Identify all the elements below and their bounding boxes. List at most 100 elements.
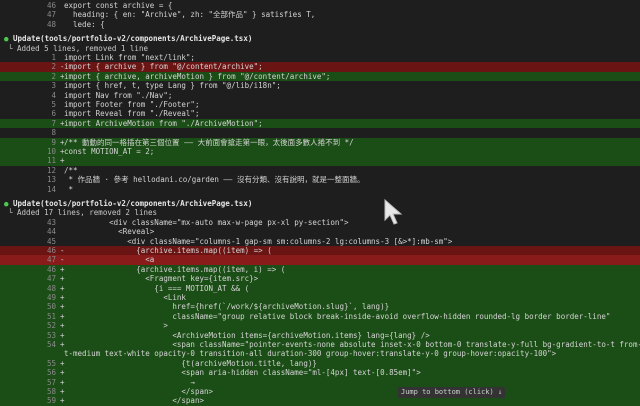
diff-line: t-medium text-white opacity-0 transition… <box>0 349 640 359</box>
code-text: {archive.items.map((item, i) => ( <box>64 264 286 274</box>
code-text: <Fragment key={item.src}> <box>64 274 259 284</box>
line-number: 13 <box>46 175 56 185</box>
line-number: 55 <box>46 358 56 368</box>
code-text: * <box>64 184 74 194</box>
line-number: 46 <box>46 1 56 10</box>
diff-line: 59 + </span> <box>0 396 640 406</box>
diff-sign: + <box>60 156 65 166</box>
diff-line: 47 + <Fragment key={item.src}> <box>0 274 640 284</box>
code-text: <a <box>64 255 155 265</box>
code-text: import { archive } from "@/content/archi… <box>64 62 263 72</box>
code-text: * 作品牆 · 參考 hellodani.co/garden —— 沒有分類、沒… <box>64 175 365 185</box>
diff-line: 8 <box>0 128 640 137</box>
diff-line: 48 + {i === MOTION_AT && ( <box>0 283 640 293</box>
diff-line: 56 + <span aria-hidden className="ml-[4px… <box>0 368 640 378</box>
code-text: import Reveal from "./Reveal"; <box>64 109 200 119</box>
line-number: 11 <box>46 156 56 166</box>
code-text: <ArchiveMotion items={archiveMotion.item… <box>64 330 430 340</box>
line-number: 9 <box>51 137 56 147</box>
code-text: const MOTION_AT = 2; <box>64 147 155 156</box>
code-text: </span> <box>64 396 204 406</box>
jump-to-bottom-button[interactable]: Jump to bottom (click) ↓ <box>398 387 506 398</box>
line-number: 8 <box>51 128 56 138</box>
diff-line: 43 <div className="mx-auto max-w-page px… <box>0 218 640 227</box>
diff-line: 48 lede: { <box>0 20 640 29</box>
diff-line: 46 export const archive = { <box>0 1 640 10</box>
line-number: 10 <box>46 147 56 156</box>
diff-line: 46- {archive.items.map((item) => ( <box>0 246 640 256</box>
line-number: 52 <box>46 321 56 331</box>
line-number: 58 <box>46 387 56 396</box>
line-number: 46 <box>46 264 56 274</box>
diff-line: 5 import Footer from "./Footer"; <box>0 100 640 109</box>
diff-line: 1 import Link from "next/link"; <box>0 53 640 62</box>
diff-line: 46 + {archive.items.map((item, i) => ( <box>0 264 640 275</box>
diff-line: 54 + <span className="pointer-events-none… <box>0 340 640 350</box>
diff-line: 49 + <Link <box>0 293 640 303</box>
diff-line: 14 * <box>0 185 640 194</box>
line-number: 47 <box>46 274 56 284</box>
line-number: 5 <box>51 100 56 109</box>
line-number: 47 <box>46 255 56 265</box>
code-text: <div className="columns-1 gap-sm sm:colu… <box>64 236 453 246</box>
diff-line: 53 + <ArchiveMotion items={archiveMotion.… <box>0 330 640 340</box>
code-text: > <box>64 321 168 331</box>
code-text: t-medium text-white opacity-0 transition… <box>64 349 557 359</box>
diff-line: 13 * 作品牆 · 參考 hellodani.co/garden —— 沒有分… <box>0 175 640 184</box>
line-number: 14 <box>46 184 56 194</box>
code-text: <Link <box>64 293 186 302</box>
code-text: <span aria-hidden className="ml-[4px] te… <box>64 368 421 378</box>
code-text: import Link from "next/link"; <box>64 53 195 62</box>
diff-line: 47 heading: { en: "Archive", zh: "全部作品" … <box>0 10 640 19</box>
code-text: {t(archiveMotion.title, lang)} <box>64 358 317 368</box>
update-title: Update(tools/portfolio-v2/components/Arc… <box>13 34 253 44</box>
code-text: {archive.items.map((item) => ( <box>64 246 272 255</box>
line-number: 48 <box>46 19 56 29</box>
code-text: import ArchiveMotion from "./ArchiveMoti… <box>64 118 263 128</box>
diff-line: 57 + → <box>0 377 640 387</box>
code-text: import Nav from "./Nav"; <box>64 90 173 100</box>
code-text: export const archive = { <box>64 1 173 10</box>
line-number: 51 <box>46 311 56 321</box>
line-number: 7 <box>51 118 56 128</box>
diff-line: 11 + <box>0 156 640 166</box>
line-number: 2 <box>51 62 56 72</box>
diff-line: 12 /** <box>0 166 640 175</box>
code-text: import { archive, archiveMotion } from "… <box>64 71 331 81</box>
line-number: 57 <box>46 377 56 387</box>
line-number: 2 <box>51 71 56 81</box>
diff-line: 2- import { archive } from "@/content/arc… <box>0 62 640 72</box>
code-text: <Reveal> <box>64 227 155 237</box>
code-text: heading: { en: "Archive", zh: "全部作品" } s… <box>64 10 316 20</box>
line-number: 59 <box>46 396 56 406</box>
diff-line: 50 + href={href(`/work/${archiveMotion.sl… <box>0 302 640 312</box>
code-text: /** 動動的同一格插在第三個位置 —— 大前面會搶走第一眼，太後面多數人捲不到… <box>64 137 354 147</box>
code-text: /** <box>64 165 78 175</box>
line-number: 6 <box>51 109 56 119</box>
diff-line: 47- <a <box>0 255 640 265</box>
status-bullet-icon: ● <box>4 199 9 208</box>
code-text: import Footer from "./Footer"; <box>64 100 200 109</box>
code-text: className="group relative block break-in… <box>64 311 611 321</box>
line-number: 44 <box>46 227 56 237</box>
update-header: ● Update(tools/portfolio-v2/components/A… <box>0 34 640 43</box>
line-number: 46 <box>46 246 56 255</box>
diff-line: 9 +/** 動動的同一格插在第三個位置 —— 大前面會搶走第一眼，太後面多數人捲… <box>0 137 640 147</box>
code-text: <span className="pointer-events-none abs… <box>64 340 640 349</box>
code-text: lede: { <box>64 19 105 29</box>
line-number: 43 <box>46 217 56 227</box>
diff-line: 7 + import ArchiveMotion from "./ArchiveMo… <box>0 118 640 129</box>
diff-line: 3 import { href, t, type Lang } from "@/l… <box>0 81 640 90</box>
code-text: href={href(`/work/${archiveMotion.slug}`… <box>64 302 390 312</box>
code-text: </span> <box>64 387 214 396</box>
line-number: 50 <box>46 302 56 312</box>
line-number: 1 <box>51 53 56 62</box>
update-title: Update(tools/portfolio-v2/components/Arc… <box>13 199 253 208</box>
diff-line: 51 + className="group relative block brea… <box>0 311 640 322</box>
line-number: 3 <box>51 81 56 91</box>
line-number: 4 <box>51 90 56 100</box>
diff-line: 52 + > <box>0 321 640 331</box>
line-number: 48 <box>46 283 56 293</box>
code-text: {i === MOTION_AT && ( <box>64 283 250 293</box>
line-number: 53 <box>46 330 56 340</box>
